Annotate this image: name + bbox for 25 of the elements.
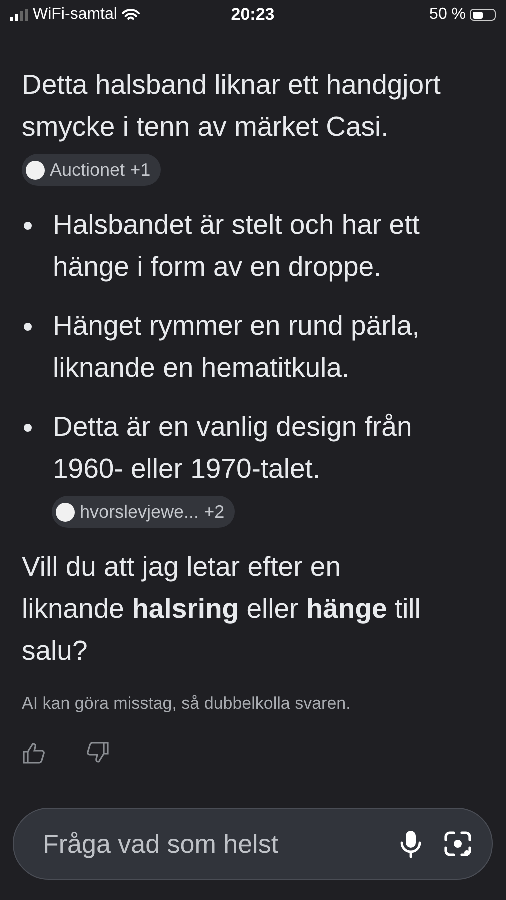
ask-input-field[interactable]: Fråga vad som helst — [41, 828, 378, 860]
disclaimer-text: AI kan göra misstag, så dubbelkolla svaren. — [22, 694, 352, 714]
thumbs-up-icon[interactable] — [22, 742, 46, 764]
question-paragraph: Vill du att jag letar efter en liknande halsring eller hänge till salu? — [22, 550, 422, 668]
source-chip[interactable]: Auctionet +1 — [22, 154, 161, 186]
bullet-text: Detta är en vanlig design från 1960- eller 1970-talet. — [53, 410, 414, 486]
microphone-icon[interactable] — [400, 830, 422, 858]
chat-input-bar[interactable]: Fråga vad som helst — [13, 808, 493, 880]
bullet-dot — [24, 424, 32, 432]
signal-icon — [10, 9, 28, 21]
battery-percent: 50 % — [430, 6, 466, 24]
source-chip[interactable]: hvorslevjewe... +2 — [52, 496, 235, 528]
source-logo-icon — [56, 502, 75, 522]
bullet-dot — [24, 323, 32, 331]
bullet-dot — [24, 222, 32, 230]
wifi-icon — [122, 8, 140, 22]
answer-paragraph: Detta halsband liknar ett handgjort smycke i tenn av märket Casi. — [22, 68, 442, 144]
source-logo-icon — [26, 160, 45, 180]
clock: 20:23 — [231, 5, 275, 25]
carrier-label: WiFi-samtal — [33, 6, 118, 24]
battery-icon — [470, 9, 496, 21]
bullet-text: Hänget rymmer en rund pärla, liknande en hematitkula. — [53, 309, 421, 385]
camera-lens-icon[interactable] — [444, 831, 472, 857]
bullet-text: Halsbandet är stelt och har ett hänge i form av en droppe. — [53, 208, 421, 284]
thumbs-down-icon[interactable] — [86, 742, 110, 764]
